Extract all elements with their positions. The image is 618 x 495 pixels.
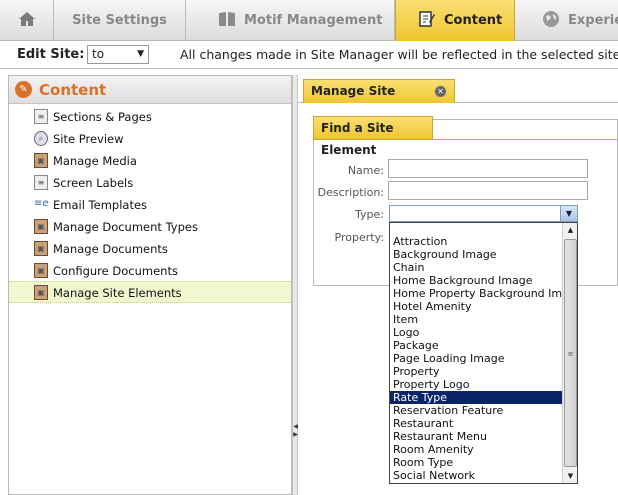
tab-content[interactable]: Content xyxy=(395,0,515,41)
chevron-down-icon: ▼ xyxy=(137,49,144,59)
sidebar-item-configure-documents[interactable]: ▣ Configure Documents xyxy=(9,260,291,282)
dropdown-option[interactable]: Room Amenity xyxy=(390,443,562,456)
tab-label: Content xyxy=(444,13,503,28)
edit-site-message: All changes made in Site Manager will be… xyxy=(180,47,618,62)
edit-site-label: Edit Site: xyxy=(17,47,85,62)
content-icon: ✎ xyxy=(15,81,32,98)
dropdown-option[interactable]: Package xyxy=(390,339,562,352)
book-icon xyxy=(218,11,236,31)
sidebar-item-label: Manage Site Elements xyxy=(53,286,182,300)
home-icon xyxy=(17,10,37,32)
email-icon: ≡e xyxy=(34,198,49,209)
dropdown-scrollbar[interactable]: ▲ ≡ ▼ xyxy=(562,223,577,483)
edit-site-select[interactable]: to ▼ xyxy=(87,45,149,64)
type-label: Type: xyxy=(355,208,384,221)
dropdown-option[interactable]: Restaurant xyxy=(390,417,562,430)
sidebar-item-label: Site Preview xyxy=(53,132,124,146)
dropdown-option[interactable]: Hotel Amenity xyxy=(390,300,562,313)
sidebar-item-sections-pages[interactable]: ≡ Sections & Pages xyxy=(9,106,291,128)
tab-site-settings[interactable]: Site Settings xyxy=(54,0,186,41)
document-icon: ≡ xyxy=(34,109,48,124)
name-label: Name: xyxy=(347,164,384,177)
edit-site-selected-value: to xyxy=(92,47,105,61)
media-icon: ▣ xyxy=(34,241,48,256)
dropdown-option[interactable]: Page Loading Image xyxy=(390,352,562,365)
scrollbar-thumb[interactable]: ≡ xyxy=(564,239,577,467)
property-label: Property: xyxy=(334,231,384,244)
dropdown-option[interactable]: Restaurant Menu xyxy=(390,430,562,443)
dropdown-option[interactable]: Chain xyxy=(390,261,562,274)
dropdown-option[interactable]: Attraction xyxy=(390,235,562,248)
sidebar-item-manage-documents[interactable]: ▣ Manage Documents xyxy=(9,238,291,260)
tab-label: Experie xyxy=(568,13,618,28)
content-tabs: Manage Site Elements ✕ xyxy=(298,75,618,121)
type-select[interactable]: ▼ xyxy=(389,205,578,222)
scroll-down-icon[interactable]: ▼ xyxy=(563,469,577,483)
edit-site-bar: Edit Site: to ▼ All changes made in Site… xyxy=(0,41,618,69)
media-icon: ▣ xyxy=(34,219,48,234)
dropdown-option[interactable]: Social Network xyxy=(390,469,562,482)
sidebar-item-manage-site-elements[interactable]: ▣ Manage Site Elements xyxy=(9,281,291,303)
media-icon: ▣ xyxy=(34,263,48,278)
sidebar-item-label: Manage Media xyxy=(53,154,137,168)
dropdown-option-highlighted[interactable]: Rate Type xyxy=(390,391,562,404)
dropdown-option[interactable]: Home Property Background Image xyxy=(390,287,577,300)
sidebar-item-site-preview[interactable]: ⌕ Site Preview xyxy=(9,128,291,150)
media-icon: ▣ xyxy=(34,285,48,300)
content-sidebar: ✎ Content ≡ Sections & Pages ⌕ Site Prev… xyxy=(8,75,292,495)
tab-experience[interactable]: Experie xyxy=(515,0,618,41)
sidebar-item-label: Sections & Pages xyxy=(53,110,152,124)
dropdown-option[interactable]: Background Image xyxy=(390,248,562,261)
tab-manage-site-elements[interactable]: Manage Site Elements ✕ xyxy=(303,79,455,121)
sidebar-header: ✎ Content xyxy=(9,76,291,104)
divider xyxy=(313,139,618,140)
description-label: Description: xyxy=(317,186,384,199)
dropdown-option[interactable]: Room Type xyxy=(390,456,562,469)
media-icon: ▣ xyxy=(34,153,48,168)
tab-label: Motif Management xyxy=(244,13,383,28)
tab-home[interactable] xyxy=(0,0,54,41)
globe-icon xyxy=(542,10,560,32)
sidebar-item-label: Email Templates xyxy=(53,198,148,212)
sidebar-item-label: Screen Labels xyxy=(53,176,134,190)
dropdown-option[interactable]: Property Logo xyxy=(390,378,562,391)
find-site-element-tab[interactable]: Find a Site Element xyxy=(313,116,433,157)
sidebar-title: Content xyxy=(39,80,107,99)
scroll-up-icon[interactable]: ▲ xyxy=(563,223,577,237)
chevron-down-icon[interactable]: ▼ xyxy=(560,206,577,221)
description-input[interactable] xyxy=(388,181,588,200)
sidebar-item-manage-document-types[interactable]: ▣ Manage Document Types xyxy=(9,216,291,238)
sidebar-item-screen-labels[interactable]: ≡ Screen Labels xyxy=(9,172,291,194)
tab-label: Site Settings xyxy=(72,13,167,28)
dropdown-option[interactable]: Item xyxy=(390,313,562,326)
sidebar-item-manage-media[interactable]: ▣ Manage Media xyxy=(9,150,291,172)
sidebar-item-email-templates[interactable]: ≡e Email Templates xyxy=(9,194,291,216)
type-dropdown-list[interactable]: Attraction Background Image Chain Home B… xyxy=(389,222,578,484)
dropdown-option[interactable]: Property xyxy=(390,365,562,378)
edit-document-icon xyxy=(418,10,436,32)
name-input[interactable] xyxy=(388,159,588,178)
dropdown-option[interactable]: Home Background Image xyxy=(390,274,562,287)
sidebar-item-label: Manage Documents xyxy=(53,242,168,256)
document-icon: ≡ xyxy=(34,175,48,190)
close-icon[interactable]: ✕ xyxy=(435,86,446,97)
magnifier-icon: ⌕ xyxy=(34,131,48,146)
tab-motif-management[interactable]: Motif Management xyxy=(186,0,395,41)
dropdown-option[interactable]: Reservation Feature xyxy=(390,404,562,417)
sidebar-item-label: Configure Documents xyxy=(53,264,178,278)
dropdown-option[interactable]: Logo xyxy=(390,326,562,339)
top-navigation-bar: Site Settings Motif Management Content E… xyxy=(0,0,618,41)
sidebar-item-label: Manage Document Types xyxy=(53,220,198,234)
